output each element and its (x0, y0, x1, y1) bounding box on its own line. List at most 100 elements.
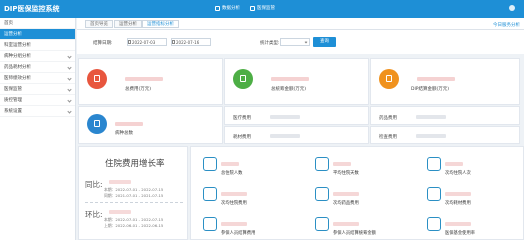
stat-value-redacted (221, 192, 247, 196)
tab-home-guide[interactable]: 首页导览 (85, 20, 113, 28)
search-button[interactable]: 查询 (313, 37, 336, 47)
stat-caption: 次均耗材费用 (445, 201, 471, 206)
app-title: DIP医保监控系统 (4, 5, 60, 13)
summary-card-caption: 病种总数 (115, 131, 133, 136)
users-icon (427, 157, 441, 171)
chevron-down-icon (67, 87, 72, 92)
mini-stat-value-redacted (416, 115, 446, 119)
stat-caption: 次均住院人次 (445, 171, 471, 176)
stat-caption: 总住院人数 (221, 171, 243, 176)
stat-value-redacted (333, 222, 359, 226)
summary-card-caption: DIP结算金额(万元) (411, 87, 450, 92)
stat-caption: 平均住院天数 (333, 171, 359, 176)
topnav-insurance-supervision[interactable]: 医保监管 (250, 5, 275, 11)
summary-card-caption: 总统筹金额(万元) (271, 87, 307, 92)
topnav-data-analysis[interactable]: 数据分析 (215, 5, 240, 11)
calendar-icon (128, 40, 131, 44)
chevron-down-icon (67, 54, 72, 59)
stat-cell: 参保人员结算费用 (191, 211, 299, 240)
mini-stat-box: 耗材费用 (224, 126, 369, 144)
summary-card-total-cost: 总费用(万元) (78, 58, 223, 105)
chevron-down-icon (67, 98, 72, 103)
filter-bar: 结算日期: 2022-07-03 2022-07-16 统计类型: 查询 (77, 30, 524, 54)
home-icon (315, 157, 329, 171)
date-label: 结算日期: (93, 41, 113, 46)
money-bag-icon (203, 187, 217, 201)
summary-card-value-redacted (125, 77, 163, 81)
document-icon (315, 217, 329, 231)
sidebar-item-disease-group[interactable]: 病种分组分析 (0, 51, 75, 62)
sidebar-item-label: 系统设置 (4, 109, 22, 114)
stat-value-redacted (333, 162, 351, 166)
report-icon (87, 114, 107, 134)
stats-grid: 总住院人数 平均住院天数 次均住院人次 次均住院费用 次均药品费用 次均耗材费用… (190, 146, 524, 240)
stat-value-redacted (221, 222, 247, 226)
sidebar-item-home[interactable]: 首页 (0, 18, 75, 29)
tab-operation-analysis[interactable]: 运营分析 (114, 20, 142, 28)
end-date-value: 2022-07-16 (176, 40, 200, 45)
chevron-down-icon (67, 76, 72, 81)
mini-stat-label: 耗材费用 (233, 135, 251, 140)
chevron-down-icon (304, 40, 308, 44)
stat-cell: 总住院人数 (191, 151, 299, 181)
sidebar-item-label: 质控管理 (4, 98, 22, 103)
chevron-down-icon (67, 109, 72, 114)
sidebar-item-label: 药品耗材分析 (4, 65, 31, 70)
stat-cell: 医保基金使用率 (415, 211, 523, 240)
yoy-label: 同比: (85, 180, 103, 189)
sidebar-item-label: 运营分析 (4, 32, 22, 37)
type-select[interactable] (280, 38, 310, 46)
top-bar: DIP医保监控系统 数据分析 医保监管 (0, 0, 524, 18)
sidebar-item-department-analysis[interactable]: 科室运营分析 (0, 40, 75, 51)
sidebar-item-label: 医保监管 (4, 87, 22, 92)
sidebar-item-supervision[interactable]: 医保监管 (0, 84, 75, 95)
chevron-down-icon (67, 65, 72, 70)
stat-caption: 参保人员结算费用 (221, 231, 256, 236)
end-date-input[interactable]: 2022-07-16 (171, 38, 211, 46)
stat-caption: 次均药品费用 (333, 201, 359, 206)
yuan-icon (233, 69, 253, 89)
sidebar-item-label: 首页 (4, 21, 13, 26)
yoy-value-redacted (109, 180, 131, 184)
growth-rate-panel: 住院费用增长率 同比: 本期：2022-07-01 - 2022-07-15 同… (78, 146, 188, 240)
coin-icon (315, 187, 329, 201)
chart-icon (427, 217, 441, 231)
card-icon (203, 217, 217, 231)
yuan-icon (87, 69, 107, 89)
summary-card-value-redacted (417, 77, 455, 81)
stat-value-redacted (445, 192, 471, 196)
sidebar: 首页 运营分析 科室运营分析 病种分组分析 药品耗材分析 医师绩效分析 医保监管… (0, 18, 76, 240)
mini-stat-value-redacted (270, 134, 300, 138)
topnav-label: 医保监管 (257, 6, 275, 11)
mini-stat-box: 检查费用 (370, 126, 520, 144)
topnav-label: 数据分析 (222, 6, 240, 11)
patients-icon (203, 157, 217, 171)
stat-caption: 参保人员结算统筹金额 (333, 231, 376, 236)
stat-cell: 次均住院人次 (415, 151, 523, 181)
sidebar-item-drug-analysis[interactable]: 药品耗材分析 (0, 62, 75, 73)
yuan-icon (379, 69, 399, 89)
stat-cell: 参保人员结算统筹金额 (303, 211, 411, 240)
mini-stat-box: 药品费用 (370, 106, 520, 125)
stat-value-redacted (333, 192, 359, 196)
stat-value-redacted (221, 162, 239, 166)
stat-cell: 平均住院天数 (303, 151, 411, 181)
stat-caption: 次均住院费用 (221, 201, 247, 206)
sidebar-item-operation-analysis[interactable]: 运营分析 (0, 29, 75, 40)
mini-stat-box: 医疗费用 (224, 106, 369, 125)
mini-stat-label: 检查费用 (379, 135, 397, 140)
sidebar-item-quality-control[interactable]: 质控管理 (0, 95, 75, 106)
sidebar-item-doctor-performance[interactable]: 医师绩效分析 (0, 73, 75, 84)
mom-range-previous: 上期：2022-06-01 - 2022-06-15 (104, 223, 164, 228)
summary-card-pooled-amount: 总统筹金额(万元) (224, 58, 369, 105)
divider (85, 202, 183, 203)
tab-operation-indicators[interactable]: 运营指标分析 (142, 20, 179, 28)
sidebar-item-label: 科室运营分析 (4, 43, 31, 48)
sidebar-item-settings[interactable]: 系统设置 (0, 106, 75, 117)
tabs-right-link[interactable]: 今日服务分析 (493, 22, 520, 28)
stat-caption: 医保基金使用率 (445, 231, 476, 236)
shield-icon (250, 5, 255, 11)
user-menu[interactable] (509, 5, 518, 11)
mom-label: 环比: (85, 210, 103, 219)
start-date-input[interactable]: 2022-07-03 (127, 38, 167, 46)
